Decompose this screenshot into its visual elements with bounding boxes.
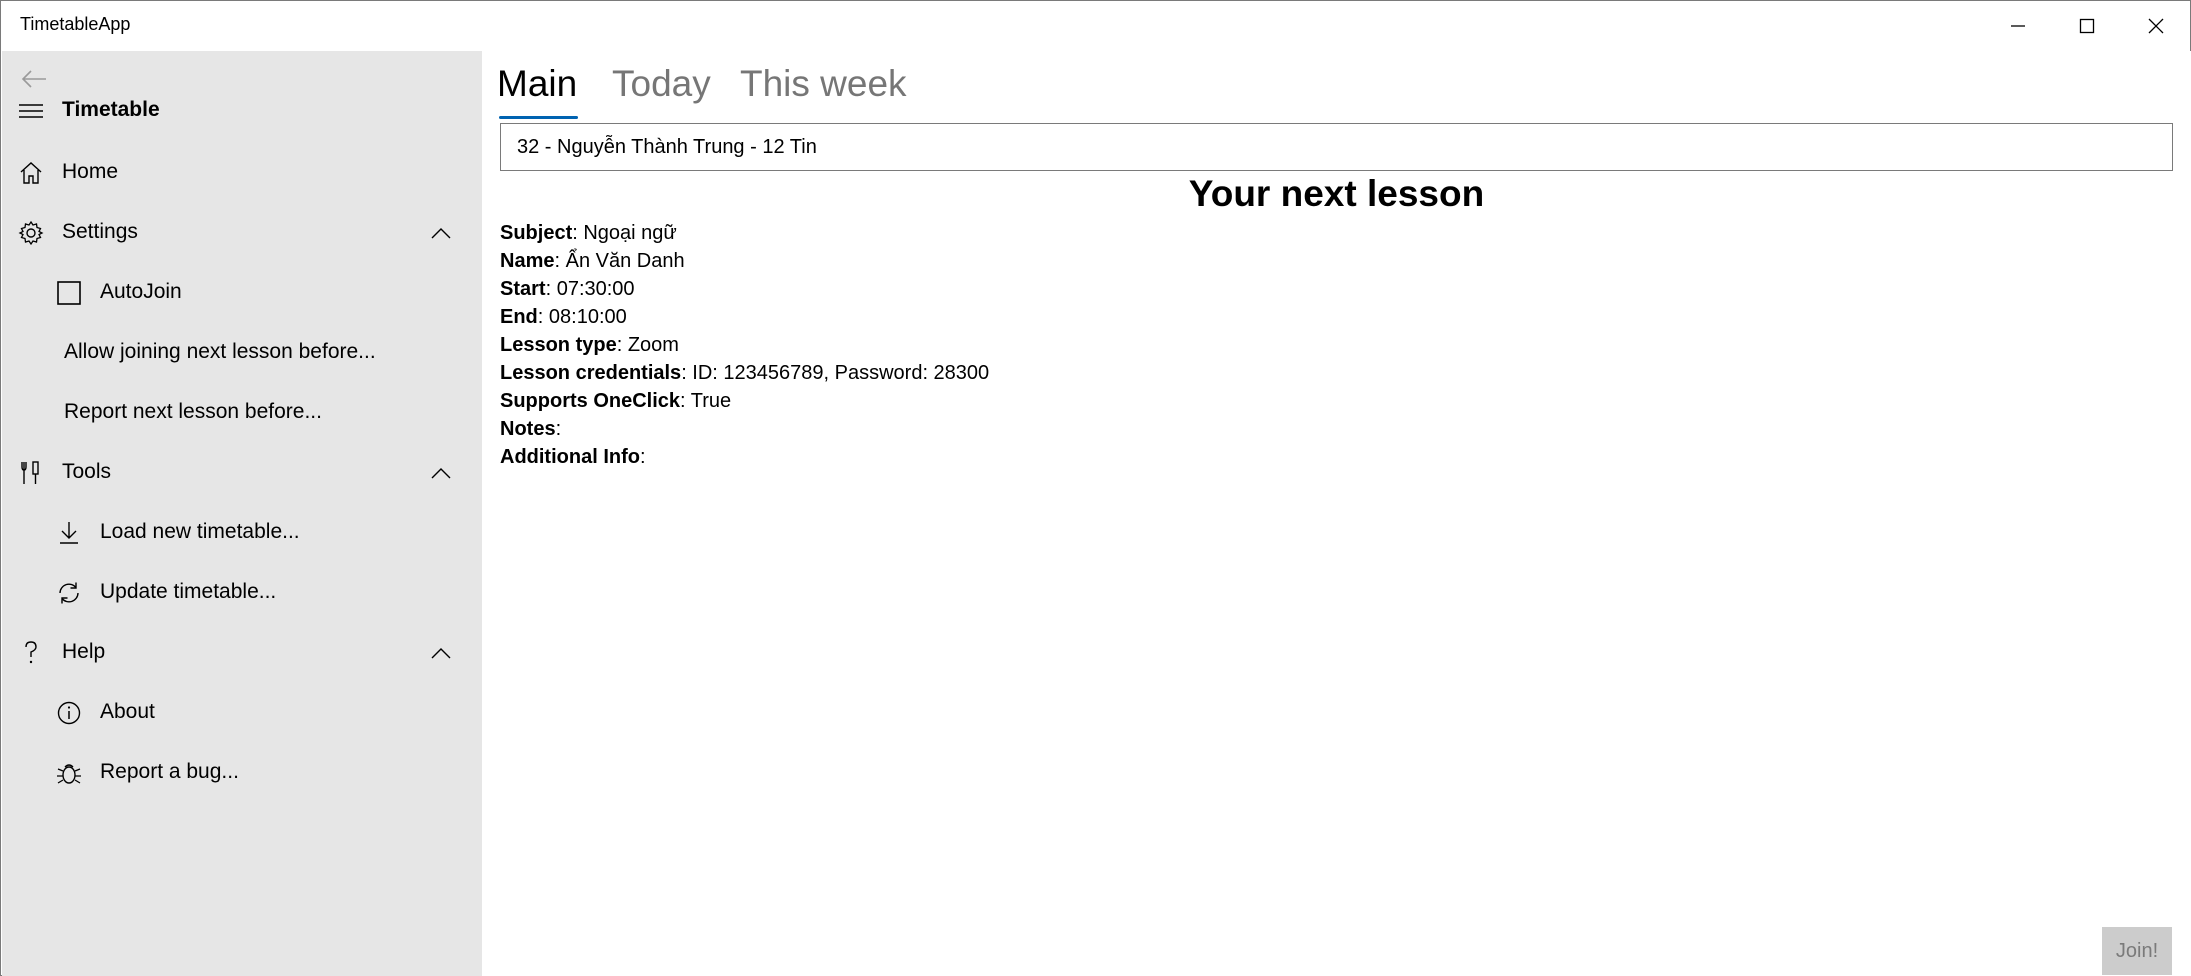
checkbox-icon[interactable] <box>56 280 82 306</box>
field-key: End <box>500 306 538 328</box>
next-lesson-heading: Your next lesson <box>1188 173 1485 214</box>
sidebar-item-about[interactable]: About <box>2 683 482 743</box>
sidebar-item-label: Update timetable... <box>100 580 277 603</box>
field-value: : 08:10:00 <box>537 306 627 328</box>
app-window: TimetableApp Timetable Home Settings Aut… <box>0 0 2191 976</box>
sidebar-item-tools[interactable]: Tools <box>2 443 482 503</box>
maximize-icon <box>2079 18 2094 34</box>
active-tab-indicator <box>499 116 578 119</box>
question-icon <box>18 640 44 666</box>
lesson-field-start: Start: 07:30:00 <box>500 275 635 303</box>
field-value: : Ẩn Văn Danh <box>554 250 685 272</box>
lesson-field-subject: Subject: Ngoại ngữ <box>500 219 677 247</box>
pane-title: Timetable <box>62 98 160 121</box>
sidebar-item-label: Load new timetable... <box>100 520 300 543</box>
student-selector-value: 32 - Nguyễn Thành Trung - 12 Tin <box>517 136 817 158</box>
sidebar-item-label: About <box>100 700 155 723</box>
lesson-field-notes: Notes: <box>500 415 561 443</box>
lesson-field-type: Lesson type: Zoom <box>500 331 679 359</box>
lesson-field-additional-info: Additional Info: <box>500 443 646 471</box>
sidebar-item-report-bug[interactable]: Report a bug... <box>2 743 482 803</box>
field-value: : 07:30:00 <box>545 278 635 300</box>
sidebar-item-settings[interactable]: Settings <box>2 203 482 263</box>
sidebar-item-load-timetable[interactable]: Load new timetable... <box>2 503 482 563</box>
field-value: : True <box>680 390 732 412</box>
field-key: Notes <box>500 418 556 440</box>
student-selector[interactable]: 32 - Nguyễn Thành Trung - 12 Tin <box>500 123 2173 171</box>
tab-main[interactable]: Main <box>497 63 577 105</box>
refresh-icon <box>56 580 82 606</box>
sidebar-item-label: Help <box>62 640 106 663</box>
main-content: Main Today This week 32 - Nguyễn Thành T… <box>482 51 2191 976</box>
field-value: : Ngoại ngữ <box>572 222 677 244</box>
hamburger-icon <box>18 98 44 124</box>
gear-icon <box>18 220 44 246</box>
sidebar-item-label: Home <box>62 160 119 183</box>
tools-icon <box>18 460 44 486</box>
field-key: Lesson credentials <box>500 362 682 384</box>
home-icon <box>18 160 44 186</box>
tab-today[interactable]: Today <box>612 63 711 105</box>
sidebar-item-allow-joining[interactable]: Allow joining next lesson before... <box>2 323 482 383</box>
download-icon <box>56 520 82 546</box>
lesson-field-credentials: Lesson credentials: ID: 123456789, Passw… <box>500 359 989 387</box>
window-title: TimetableApp <box>20 14 131 34</box>
chevron-up-icon <box>431 468 451 479</box>
field-key: Start <box>500 278 546 300</box>
bug-icon <box>56 760 82 786</box>
minimize-icon <box>2010 25 2025 27</box>
sidebar-item-label: AutoJoin <box>100 280 182 303</box>
tab-this-week[interactable]: This week <box>740 63 907 105</box>
lesson-field-end: End: 08:10:00 <box>500 303 627 331</box>
close-button[interactable] <box>2121 1 2190 51</box>
sidebar-item-label: Settings <box>62 220 138 243</box>
minimize-button[interactable] <box>1983 1 2052 51</box>
sidebar-item-label: Report next lesson before... <box>64 400 322 423</box>
field-value: : <box>555 418 562 440</box>
field-key: Name <box>500 250 555 272</box>
field-key: Subject <box>500 222 573 244</box>
autojoin-checkbox[interactable]: AutoJoin <box>2 263 482 323</box>
lesson-field-name: Name: Ẩn Văn Danh <box>500 247 685 275</box>
close-icon <box>2148 18 2163 34</box>
field-key: Additional Info <box>500 446 640 468</box>
sidebar-item-help[interactable]: Help <box>2 623 482 683</box>
field-value: : Zoom <box>616 334 679 356</box>
sidebar-item-label: Tools <box>62 460 112 483</box>
sidebar-item-label: Allow joining next lesson before... <box>64 340 376 363</box>
chevron-up-icon <box>431 648 451 659</box>
navigation-pane: Timetable Home Settings AutoJoin Allow j… <box>2 51 482 976</box>
sidebar-item-home[interactable]: Home <box>2 143 482 203</box>
sidebar-item-update-timetable[interactable]: Update timetable... <box>2 563 482 623</box>
maximize-button[interactable] <box>2052 1 2121 51</box>
sidebar-item-report-next-lesson[interactable]: Report next lesson before... <box>2 383 482 443</box>
chevron-up-icon <box>431 228 451 239</box>
title-bar: TimetableApp <box>1 1 2190 51</box>
field-key: Supports OneClick <box>500 390 681 412</box>
field-value: : ID: 123456789, Password: 28300 <box>681 362 990 384</box>
join-button[interactable]: Join! <box>2102 927 2172 975</box>
info-icon <box>56 700 82 726</box>
field-value: : <box>639 446 646 468</box>
lesson-field-oneclick: Supports OneClick: True <box>500 387 731 415</box>
field-key: Lesson type <box>500 334 617 356</box>
sidebar-item-label: Report a bug... <box>100 760 239 783</box>
pane-toggle-timetable[interactable]: Timetable <box>2 81 482 141</box>
